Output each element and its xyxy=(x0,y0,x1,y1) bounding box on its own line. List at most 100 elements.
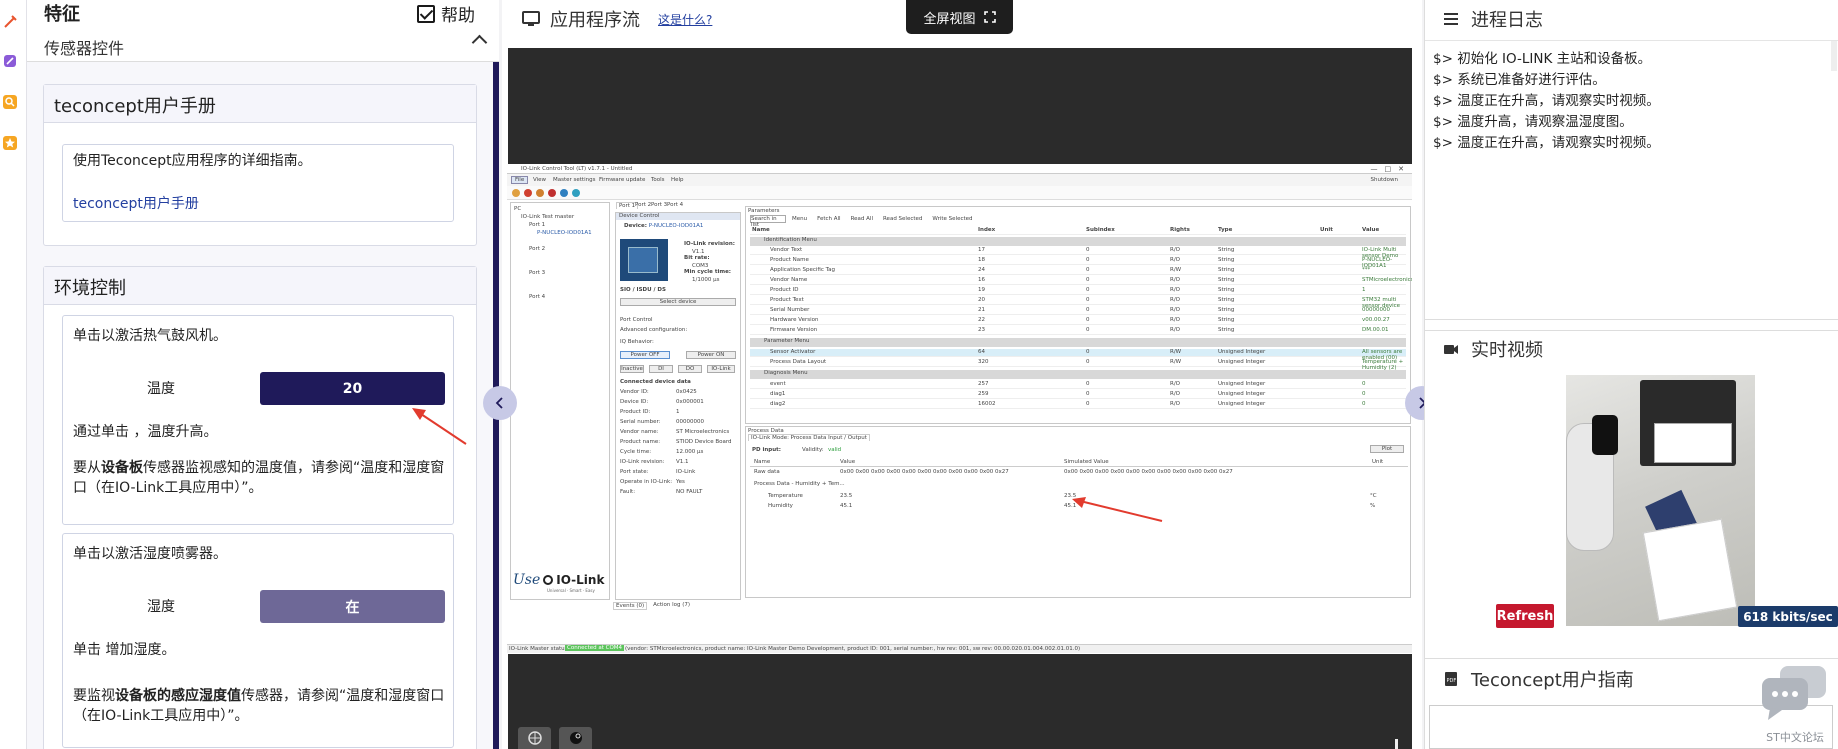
table-cell: 0 xyxy=(1086,401,1090,407)
tree-port-4[interactable]: Port 4 xyxy=(529,294,545,300)
parameter-section-header[interactable]: Parameter Menu xyxy=(750,338,1406,347)
star-icon[interactable] xyxy=(1,134,18,151)
menu-firmware-update[interactable]: Firmware update xyxy=(599,177,645,183)
select-device-button[interactable]: Select device xyxy=(620,298,736,306)
tab-port-2[interactable]: Port 2 xyxy=(635,202,651,208)
table-row[interactable]: Hardware Version 22 0 R/O String v00.00.27 xyxy=(750,317,1406,325)
topology-tree: PC IO-Link Test master Port 1 P-NUCLEO-I… xyxy=(510,202,610,600)
power-on-button[interactable]: Power ON xyxy=(686,351,736,359)
inactive-button[interactable]: Inactive xyxy=(620,365,644,373)
help-toggle[interactable]: 帮助 xyxy=(417,1,475,26)
list-item-value: 12.000 µs xyxy=(676,449,704,455)
humidity-row-unit: % xyxy=(1370,503,1376,509)
previous-step-button[interactable] xyxy=(483,386,517,420)
menu-tools[interactable]: Tools xyxy=(651,177,665,183)
toolbar-read-all[interactable]: Read All xyxy=(851,216,873,222)
tab-events[interactable]: Events (0) xyxy=(613,602,648,610)
toolbar-write-selected[interactable]: Write Selected xyxy=(932,216,972,222)
table-cell: 0 xyxy=(1086,391,1090,397)
refresh-button[interactable]: Refresh xyxy=(1496,604,1554,628)
table-row[interactable]: Product Name 18 0 R/O String P-NUCLEO-IOD01A1 xyxy=(750,257,1406,269)
logo-main-text: IO-Link xyxy=(556,573,605,587)
cycle-value: 1/1000 µs xyxy=(692,277,720,283)
list-item: Fault: NO FAULT xyxy=(620,489,738,499)
toolbar-icon-4[interactable] xyxy=(548,189,556,197)
table-cell: Unsigned Integer xyxy=(1218,359,1266,365)
validity-value: valid xyxy=(828,447,842,453)
device-label: Device: xyxy=(624,223,647,229)
menu-help[interactable]: Help xyxy=(671,177,684,183)
pdf-icon: PDF xyxy=(1445,672,1457,686)
di-button[interactable]: DI xyxy=(649,365,673,373)
tab-port-3[interactable]: Port 3 xyxy=(651,202,667,208)
parameters-search-input[interactable]: Search in list xyxy=(750,215,786,228)
tree-pc[interactable]: PC xyxy=(514,206,521,212)
search-icon[interactable] xyxy=(1,93,18,110)
table-cell: R/O xyxy=(1170,307,1181,313)
parameter-section-header[interactable]: Identification Menu xyxy=(750,237,1406,246)
log-scrollbar[interactable] xyxy=(1831,41,1837,71)
list-item-label: Vendor name: xyxy=(620,429,659,435)
live-video-frame[interactable] xyxy=(1566,375,1755,626)
table-row[interactable]: Product ID 19 0 R/O String 1 xyxy=(750,287,1406,295)
steam-icon[interactable] xyxy=(559,727,592,749)
mist-button[interactable]: 在 xyxy=(260,590,445,623)
table-cell: String xyxy=(1218,247,1235,253)
table-row[interactable]: Vendor Name 16 0 R/O String STMicroelectronic… xyxy=(750,277,1412,285)
help-label: 帮助 xyxy=(441,6,475,26)
parameter-section-header[interactable]: Diagnosis Menu xyxy=(750,370,1406,379)
fullscreen-button[interactable]: 全屏视图 xyxy=(906,0,1013,34)
shutdown-label[interactable]: Shutdown xyxy=(1371,177,1398,183)
tree-port-1[interactable]: Port 1 xyxy=(529,222,545,228)
table-row[interactable]: diag2 16002 0 R/O Unsigned Integer 0 xyxy=(750,401,1406,409)
menu-file[interactable]: File xyxy=(511,176,529,184)
toolbar-fetch-all[interactable]: Fetch All xyxy=(817,216,840,222)
table-cell: 0 xyxy=(1086,267,1090,273)
toolbar-icon-1[interactable] xyxy=(512,189,520,197)
humidity-row-name: Humidity xyxy=(768,503,793,509)
iolink-mode-button[interactable]: IO-Link xyxy=(707,365,735,373)
table-row[interactable]: Product Text 20 0 R/O String STM32 multi sens… xyxy=(750,297,1406,309)
toolbar-icon-3[interactable] xyxy=(536,189,544,197)
nucleo-board xyxy=(1642,518,1738,622)
pen-icon[interactable] xyxy=(1,52,18,69)
table-row[interactable]: Serial Number 21 0 R/O String 00000000 xyxy=(750,307,1406,315)
forum-watermark[interactable]: ST中文论坛 xyxy=(1760,664,1830,744)
table-row[interactable]: Process Data Layout 320 0 R/W Unsigned Integ… xyxy=(750,359,1406,371)
plot-button[interactable]: Plot xyxy=(1370,445,1404,453)
tree-master[interactable]: IO-Link Test master xyxy=(521,214,574,220)
list-item-value: 00000000 xyxy=(676,419,704,425)
table-cell: R/O xyxy=(1170,257,1181,263)
heat-fan-button[interactable]: 20 xyxy=(260,372,445,405)
table-row[interactable]: event 257 0 R/O Unsigned Integer 0 xyxy=(750,381,1406,389)
right-panel: 进程日志 $> 初始化 IO-LINK 主站和设备板。 $> 系统已准备好进行评… xyxy=(1424,0,1838,749)
toolbar-read-selected[interactable]: Read Selected xyxy=(883,216,922,222)
toolbar-icon-5[interactable] xyxy=(560,189,568,197)
menu-view[interactable]: View xyxy=(533,177,546,183)
toolbar-icon-2[interactable] xyxy=(524,189,532,197)
tool-icon[interactable] xyxy=(1,13,18,30)
device-control-title: Device Control xyxy=(619,213,660,219)
help-checkbox[interactable] xyxy=(417,4,435,23)
table-row[interactable]: Vendor Text 17 0 R/O String IO-Link Multi sen… xyxy=(750,247,1406,259)
table-row[interactable]: Firmware Version 23 0 R/O String DM.00.01 xyxy=(750,327,1406,335)
toolbar-menu[interactable]: Menu xyxy=(792,216,807,222)
process-data-tab[interactable]: IO-Link Mode: Process Data Input / Outpu… xyxy=(748,434,870,441)
toolbar-icon-6[interactable] xyxy=(572,189,580,197)
table-row[interactable]: diag1 259 0 R/O Unsigned Integer 0 xyxy=(750,391,1406,399)
tree-port-3[interactable]: Port 3 xyxy=(529,270,545,276)
chevron-up-icon[interactable] xyxy=(471,34,488,51)
power-off-button[interactable]: Power OFF xyxy=(620,351,670,359)
what-is-this-link[interactable]: 这是什么? xyxy=(658,11,712,28)
manual-link[interactable]: teconcept用户手册 xyxy=(73,193,199,213)
tab-action-log[interactable]: Action log (7) xyxy=(653,602,690,610)
tree-port-2[interactable]: Port 2 xyxy=(529,246,545,252)
globe-icon[interactable] xyxy=(518,727,551,749)
table-row[interactable]: Application Specific Tag 24 0 R/W String *** xyxy=(750,267,1406,275)
table-cell: 0 xyxy=(1086,277,1090,283)
menu-master-settings[interactable]: Master settings xyxy=(553,177,595,183)
tab-port-4[interactable]: Port 4 xyxy=(667,202,683,208)
table-row[interactable]: Sensor Activator 64 0 R/W Unsigned Integer Al… xyxy=(750,349,1406,361)
tree-device[interactable]: P-NUCLEO-IOD01A1 xyxy=(537,230,592,236)
do-button[interactable]: DO xyxy=(678,365,702,373)
